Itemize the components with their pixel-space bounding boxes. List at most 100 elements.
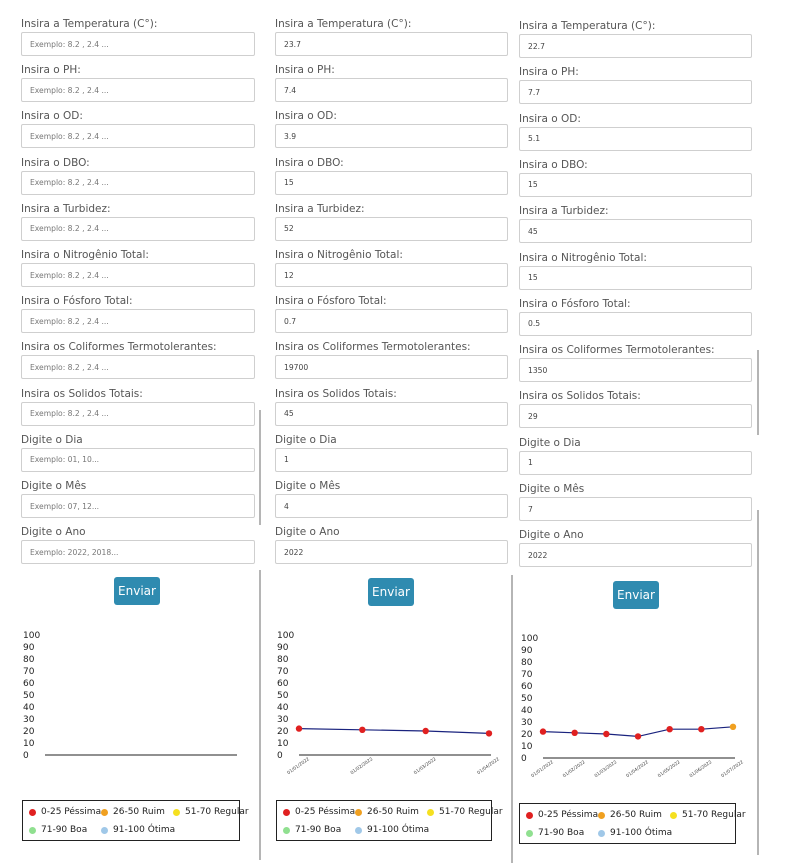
y-tick-label: 90 (521, 646, 533, 656)
temperatura-label: Insira a Temperatura (C°): (519, 20, 656, 32)
x-tick-label: 01/06/2022 (688, 759, 713, 779)
legend-label: 91-100 Ótima (610, 828, 673, 838)
ano-label: Digite o Ano (275, 526, 340, 539)
dbo-label: Insira o DBO: (519, 158, 588, 171)
scrollbar[interactable] (259, 570, 261, 860)
turbidez-input[interactable]: 52 (275, 216, 508, 241)
solidos-input[interactable]: Exemplo: 8.2 , 2.4 ... (21, 401, 255, 426)
legend-item: 26-50 Ruim (101, 807, 165, 817)
ano-input[interactable]: Exemplo: 2022, 2018... (21, 540, 255, 565)
temperatura-input[interactable]: 23.7 (275, 32, 508, 56)
mes-label: Digite o Mês (21, 480, 87, 492)
od-input[interactable]: 5.1 (519, 126, 752, 151)
chart-legend: 0-25 Péssima 26-50 Ruim 51-70 Regular 71-90… (22, 800, 249, 841)
dbo-input[interactable]: Exemplo: 8.2 , 2.4 ... (21, 170, 255, 195)
nitrogenio-input[interactable]: Exemplo: 8.2 , 2.4 ... (21, 263, 255, 287)
ph-input[interactable]: 7.4 (275, 78, 508, 103)
ph-input[interactable]: Exemplo: 8.2 , 2.4 ... (21, 78, 255, 103)
solidos-input[interactable]: 29 (519, 404, 752, 429)
ph-input[interactable]: 7.7 (519, 80, 752, 105)
fosforo-label: Insira o Fósforo Total: (519, 297, 631, 310)
data-point (603, 730, 610, 738)
chart-legend: 0-25 Péssima 26-50 Ruim 51-70 Regular 71-90… (519, 803, 746, 844)
ph-label: Insira o PH: (275, 64, 335, 77)
temperatura-input[interactable]: 22.7 (519, 34, 752, 58)
y-tick-label: 40 (23, 703, 35, 713)
ph-label: Insira o PH: (21, 64, 81, 77)
legend-label: 71-90 Boa (41, 825, 88, 835)
coliformes-input[interactable]: 1350 (519, 358, 752, 383)
fosforo-input[interactable]: 0.5 (519, 311, 752, 336)
nitrogenio-input[interactable]: 15 (519, 265, 752, 290)
quality-chart: 0 10 20 30 40 50 60 70 80 90 100 01/01/2022 01/02/20… (277, 631, 501, 776)
data-point (485, 730, 493, 737)
x-tick-label: 01/01/2022 (530, 759, 555, 779)
ano-input[interactable]: 2022 (275, 540, 508, 565)
fosforo-label: Insira o Fósforo Total: (275, 295, 387, 308)
solidos-input[interactable]: 45 (275, 401, 508, 426)
turbidez-input[interactable]: 45 (519, 219, 752, 244)
turbidez-label: Insira a Turbidez: (519, 205, 609, 218)
legend-dot-icon (101, 808, 108, 816)
legend-item: 26-50 Ruim (598, 810, 662, 820)
dbo-input[interactable]: 15 (519, 172, 752, 197)
x-tick-label: 01/01/2022 (286, 756, 311, 776)
x-tick-label: 01/02/2022 (349, 756, 374, 776)
y-tick-label: 60 (521, 682, 533, 692)
y-tick-label: 100 (521, 634, 538, 644)
enviar-button[interactable]: Enviar (613, 581, 659, 609)
coliformes-input[interactable]: 19700 (275, 355, 508, 380)
fosforo-input[interactable]: 0.7 (275, 309, 508, 334)
dia-label: Digite o Dia (21, 433, 83, 446)
turbidez-input[interactable]: Exemplo: 8.2 , 2.4 ... (21, 216, 255, 241)
y-tick-label: 30 (521, 718, 533, 728)
enviar-button[interactable]: Enviar (368, 578, 414, 606)
temperatura-input[interactable]: Exemplo: 8.2 , 2.4 ... (21, 32, 255, 56)
nitrogenio-input[interactable]: 12 (275, 263, 508, 287)
x-tick-label: 01/03/2022 (593, 759, 618, 779)
mes-input[interactable]: 4 (275, 494, 508, 518)
x-tick-label: 01/02/2022 (562, 759, 587, 779)
y-tick-label: 50 (23, 691, 35, 701)
ph-label: Insira o PH: (519, 66, 579, 79)
scrollbar[interactable] (757, 510, 759, 855)
data-point (539, 728, 547, 735)
y-tick-label: 20 (277, 727, 289, 737)
y-tick-label: 70 (277, 667, 289, 677)
x-tick-label: 01/04/2022 (476, 756, 501, 776)
legend-dot-icon (427, 808, 434, 816)
data-point (359, 726, 366, 733)
chart-legend: 0-25 Péssima 26-50 Ruim 51-70 Regular 71-90… (276, 800, 503, 841)
legend-dot-icon (283, 826, 290, 834)
coliformes-label: Insira os Coliformes Termotolerantes: (519, 344, 715, 357)
dia-input[interactable]: 1 (519, 450, 752, 475)
legend-dot-icon (670, 811, 677, 819)
data-point (666, 726, 673, 733)
series-line (298, 728, 490, 734)
legend-label: 0-25 Péssima (538, 810, 599, 820)
legend-dot-icon (173, 808, 180, 816)
od-input[interactable]: 3.9 (275, 124, 508, 149)
fosforo-input[interactable]: Exemplo: 8.2 , 2.4 ... (21, 309, 255, 334)
solidos-label: Insira os Solidos Totais: (275, 387, 397, 400)
dbo-input[interactable]: 15 (275, 170, 508, 195)
mes-input[interactable]: 7 (519, 497, 752, 521)
solidos-label: Insira os Solidos Totais: (21, 387, 143, 400)
scrollbar[interactable] (259, 410, 261, 525)
temperatura-label: Insira a Temperatura (C°): (21, 18, 158, 30)
temperatura-label: Insira a Temperatura (C°): (275, 18, 412, 30)
legend-label: 91-100 Ótima (113, 825, 176, 835)
dia-input[interactable]: Exemplo: 01, 10... (21, 447, 255, 472)
enviar-button[interactable]: Enviar (114, 577, 160, 605)
scrollbar[interactable] (511, 575, 513, 863)
mes-input[interactable]: Exemplo: 07, 12... (21, 494, 255, 518)
scrollbar[interactable] (757, 350, 759, 435)
ano-input[interactable]: 2022 (519, 543, 752, 568)
dia-input[interactable]: 1 (275, 447, 508, 472)
data-point (634, 733, 642, 740)
od-label: Insira o OD: (519, 112, 581, 125)
od-input[interactable]: Exemplo: 8.2 , 2.4 ... (21, 124, 255, 149)
legend-label: 0-25 Péssima (41, 807, 102, 817)
nitrogenio-label: Insira o Nitrogênio Total: (275, 249, 403, 261)
coliformes-input[interactable]: Exemplo: 8.2 , 2.4 ... (21, 355, 255, 380)
